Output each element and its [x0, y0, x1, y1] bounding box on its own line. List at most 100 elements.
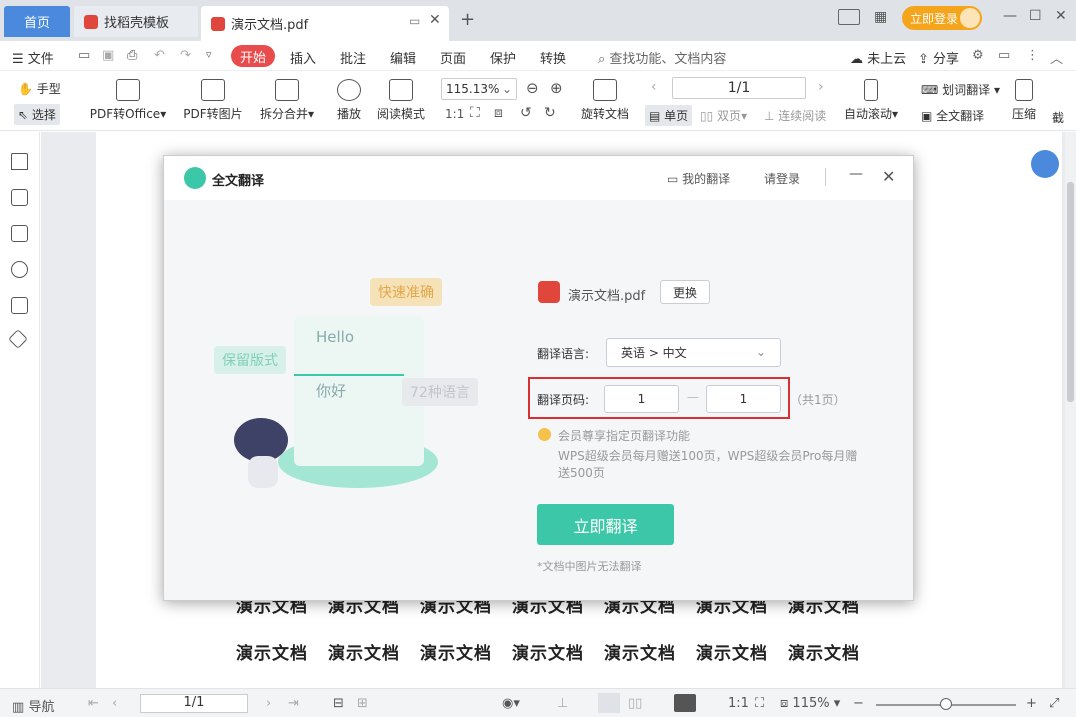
status-next-page-icon[interactable]: ›	[266, 696, 271, 711]
fit-page-icon[interactable]: ⛶	[470, 105, 480, 121]
fullscreen-icon[interactable]: ⤢	[1049, 696, 1059, 711]
dialog-close-icon[interactable]: ✕	[882, 167, 895, 186]
signature-icon[interactable]	[11, 297, 28, 314]
share-button[interactable]: ⇪ 分享	[918, 48, 959, 67]
thumbnail-icon[interactable]	[11, 189, 28, 206]
rotate-left-icon[interactable]: ↺	[520, 105, 532, 121]
last-page-icon[interactable]: ⇥	[288, 696, 299, 711]
layout-switch-icon[interactable]	[838, 9, 860, 25]
read-mode-button[interactable]: 阅读模式	[374, 79, 428, 122]
change-file-button[interactable]: 更换	[660, 280, 710, 304]
play-button[interactable]: 播放	[334, 79, 364, 122]
attachment-icon[interactable]	[11, 261, 28, 278]
menu-edit[interactable]: 编辑	[390, 48, 416, 67]
redo-icon[interactable]: ↷	[180, 48, 191, 63]
close-window-icon[interactable]: ✕	[1055, 8, 1067, 24]
quick-access-dropdown-icon[interactable]: ▿	[206, 48, 212, 61]
status-zoom-select[interactable]: ⧈ 115% ▾	[780, 696, 840, 711]
tab-template[interactable]: 找稻壳模板	[74, 6, 198, 37]
save-icon[interactable]: ▣	[102, 48, 114, 63]
status-actual-size-icon[interactable]: 1:1	[728, 696, 749, 711]
single-page-view-icon[interactable]	[598, 693, 620, 713]
next-page-icon[interactable]: ›	[818, 79, 824, 95]
back-icon[interactable]: ⊟	[333, 696, 344, 711]
my-translate-link[interactable]: ▭ 我的翻译	[667, 170, 730, 187]
more-options-icon[interactable]: ⋮	[1026, 48, 1039, 63]
login-button[interactable]: 立即登录	[902, 6, 982, 30]
continuous-view-icon[interactable]: ⊥	[557, 696, 568, 711]
zoom-out-icon[interactable]: ⊖	[526, 79, 539, 97]
page-from-input[interactable]: 1	[604, 385, 679, 413]
first-page-icon[interactable]: ⇤	[88, 696, 99, 711]
new-tab-icon[interactable]: +	[460, 9, 475, 30]
rotate-right-icon[interactable]: ↻	[544, 105, 556, 121]
double-page-button[interactable]: ▯▯ 双页▾	[700, 107, 747, 124]
tab-document[interactable]: 演示文档.pdf ▭ ✕	[201, 6, 449, 41]
apps-grid-icon[interactable]: ▦	[874, 9, 887, 25]
search-box[interactable]: ⌕ 查找功能、文档内容	[598, 48, 726, 67]
screenshot-button[interactable]: 截	[1048, 109, 1068, 126]
menu-convert[interactable]: 转换	[540, 48, 566, 67]
hand-tool-button[interactable]: ✋ 手型	[18, 80, 61, 97]
forward-icon[interactable]: ⊞	[357, 696, 368, 711]
tab-home[interactable]: 首页	[4, 6, 70, 37]
status-page-input[interactable]: 1/1	[140, 694, 248, 713]
split-merge-button[interactable]: 拆分合并▾	[256, 79, 318, 122]
status-zoom-out-icon[interactable]: −	[853, 696, 864, 711]
single-page-button[interactable]: ▤ 单页	[645, 105, 693, 126]
select-tool-button[interactable]: ⇖ 选择	[14, 104, 60, 125]
translate-float-icon[interactable]	[1031, 150, 1059, 178]
menu-insert[interactable]: 插入	[290, 48, 316, 67]
rotate-document-button[interactable]: 旋转文档	[578, 79, 632, 122]
navigation-button[interactable]: ▥ 导航	[12, 696, 54, 715]
float-window-icon[interactable]: ▭	[409, 14, 420, 28]
scrollbar-thumb[interactable]	[1067, 182, 1074, 402]
zoom-slider-handle[interactable]	[940, 698, 952, 710]
status-prev-page-icon[interactable]: ‹	[112, 696, 117, 711]
page-number-input[interactable]: 1/1	[672, 77, 806, 99]
close-tab-icon[interactable]: ✕	[429, 12, 441, 28]
menu-protect[interactable]: 保护	[490, 48, 516, 67]
menu-file[interactable]: ☰ 文件	[12, 48, 54, 67]
open-icon[interactable]: ▭	[78, 48, 90, 63]
print-icon[interactable]: ⎙	[127, 48, 137, 63]
fit-width-icon[interactable]: ⧈	[494, 105, 503, 121]
feedback-icon[interactable]: ▭	[998, 48, 1010, 63]
language-select[interactable]: 英语 > 中文 ⌄	[606, 338, 781, 367]
settings-gear-icon[interactable]: ⚙	[972, 48, 984, 63]
menu-page[interactable]: 页面	[440, 48, 466, 67]
comment-icon[interactable]	[11, 225, 28, 242]
cloud-status[interactable]: ☁ 未上云	[850, 48, 906, 67]
dialog-login-link[interactable]: 请登录	[764, 170, 800, 187]
menu-annotate[interactable]: 批注	[340, 48, 366, 67]
page-to-input[interactable]: 1	[706, 385, 781, 413]
double-page-view-icon[interactable]: ▯▯	[628, 696, 642, 711]
continuous-read-button[interactable]: ⊥ 连续阅读	[764, 107, 826, 124]
menu-start[interactable]: 开始	[231, 45, 275, 67]
prev-page-icon[interactable]: ‹	[651, 79, 657, 95]
status-zoom-in-icon[interactable]: +	[1026, 696, 1037, 711]
word-translate-button[interactable]: ⌨ 划词翻译 ▾	[921, 81, 1000, 98]
layers-icon[interactable]	[8, 329, 28, 349]
auto-scroll-button[interactable]: 自动滚动▾	[842, 79, 900, 122]
pdf-to-office-button[interactable]: PDF转Office▾	[88, 79, 168, 122]
full-translate-button[interactable]: ▣ 全文翻译	[921, 107, 984, 124]
vertical-scrollbar[interactable]	[1065, 132, 1076, 688]
play-slideshow-icon[interactable]	[674, 694, 696, 712]
status-fit-icon[interactable]: ⛶	[755, 696, 764, 711]
zoom-in-icon[interactable]: ⊕	[550, 79, 563, 97]
bookmark-icon[interactable]	[11, 153, 28, 170]
translate-now-button[interactable]: 立即翻译	[537, 504, 674, 545]
translate-now-label: 立即翻译	[573, 516, 638, 536]
compress-button[interactable]: 压缩	[1008, 79, 1040, 122]
minimize-window-icon[interactable]: —	[1003, 8, 1017, 24]
pdf-to-image-button[interactable]: PDF转图片	[182, 79, 244, 122]
eye-protect-icon[interactable]: ◉▾	[502, 696, 520, 711]
actual-size-icon[interactable]: 1:1	[445, 107, 464, 121]
zoom-select[interactable]: 115.13% ⌄	[441, 78, 517, 100]
maximize-window-icon[interactable]: ☐	[1029, 8, 1042, 24]
dialog-minimize-icon[interactable]: —	[849, 166, 863, 182]
collapse-ribbon-icon[interactable]: ︿	[1050, 48, 1063, 67]
undo-icon[interactable]: ↶	[154, 48, 165, 63]
search-icon: ⌕	[598, 52, 606, 67]
